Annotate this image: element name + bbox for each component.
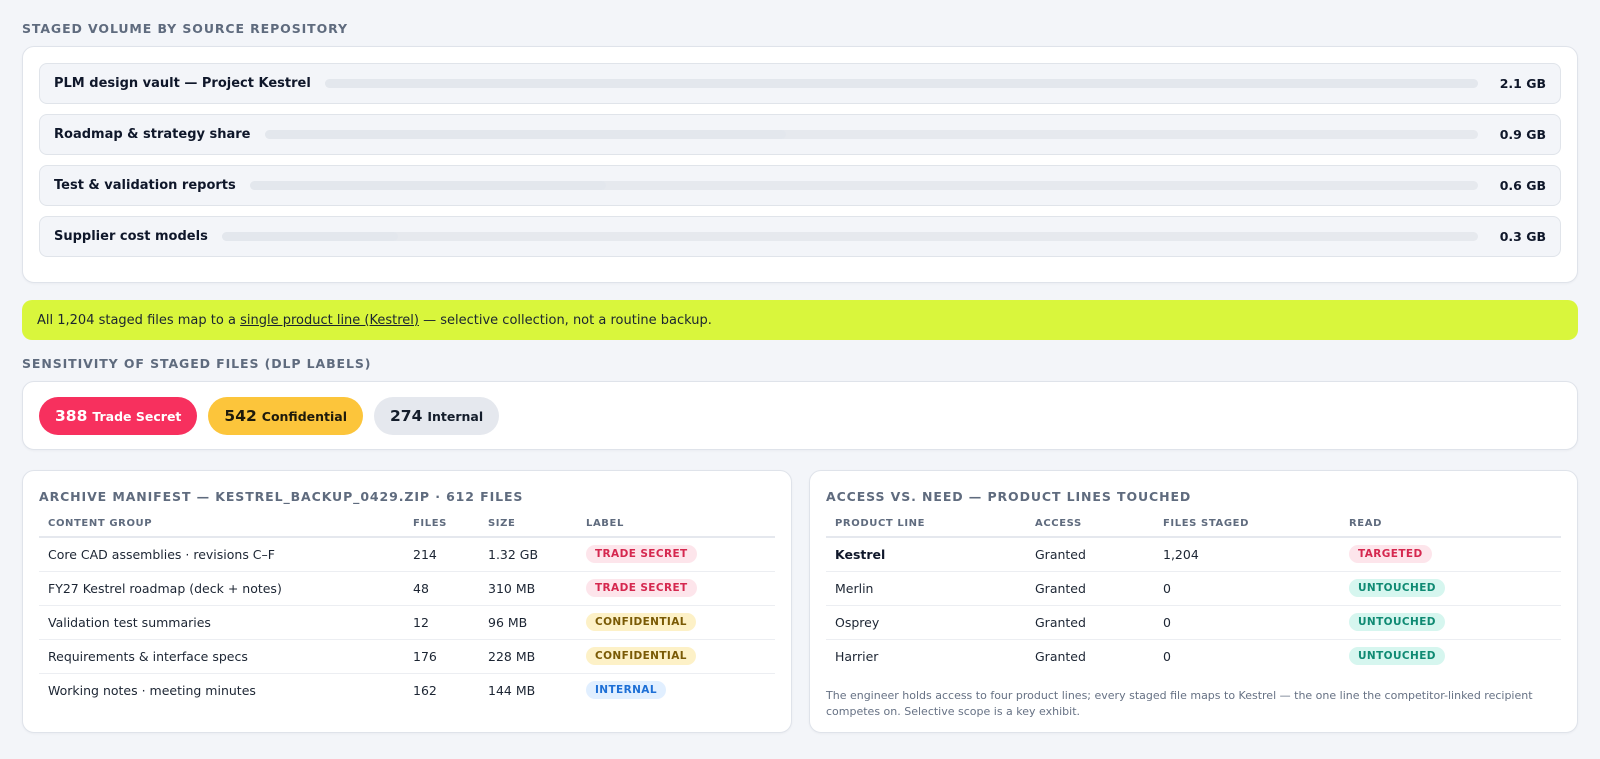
table-row: Osprey Granted 0 Untouched [826, 605, 1561, 640]
access-status: Granted [1026, 605, 1154, 640]
table-row: Requirements & interface specs 176 228 M… [39, 639, 775, 674]
pill-count: 388 [55, 406, 88, 425]
column-header: Size [479, 518, 577, 538]
repo-name: Supplier cost models [54, 229, 208, 244]
manifest-table: Content group Files Size Label Core CAD … [39, 518, 775, 707]
repo-row: Supplier cost models 0.3 GB [39, 216, 1561, 257]
repo-row: Roadmap & strategy share 0.9 GB [39, 114, 1561, 155]
repo-bar-fill [324, 79, 1478, 88]
callout-link[interactable]: single product line (Kestrel) [240, 313, 419, 328]
column-header: Content group [39, 518, 404, 538]
file-size: 228 MB [479, 639, 577, 674]
file-count: 176 [404, 639, 479, 674]
access-title: Access vs. need — product lines touched [826, 489, 1192, 504]
column-header: Read [1340, 518, 1561, 538]
file-size: 144 MB [488, 682, 536, 698]
column-header: Label [577, 518, 775, 538]
repo-name: PLM design vault — Project Kestrel [54, 76, 311, 91]
product-line: Osprey [826, 605, 1026, 640]
volume-card: PLM design vault — Project Kestrel 2.1 G… [22, 46, 1578, 283]
confidential-pill: 542 Confidential [208, 396, 363, 435]
file-count: 214 [404, 537, 479, 572]
column-header: Files staged [1154, 518, 1340, 538]
internal-pill: 274 Internal [374, 396, 500, 435]
repo-bar-fill [264, 130, 787, 139]
file-size: 310 MB [479, 571, 577, 606]
pill-count: 274 [390, 406, 423, 425]
product-line: Harrier [835, 648, 879, 664]
repo-bar [264, 130, 1478, 139]
access-status: Granted [1026, 537, 1154, 572]
files-staged: 1,204 [1154, 537, 1340, 572]
label-badge: Confidential [586, 613, 696, 631]
file-count: 12 [404, 605, 479, 640]
repo-size: 0.6 GB [1499, 178, 1546, 193]
file-count: 48 [404, 571, 479, 606]
sensitivity-card: 388 Trade Secret 542 Confidential 274 In… [22, 381, 1578, 450]
callout-suffix: — selective collection, not a routine ba… [418, 312, 712, 328]
read-badge: Untouched [1349, 579, 1445, 597]
repo-name: Roadmap & strategy share [54, 127, 251, 142]
callout-prefix: All 1,204 staged files map to a [37, 312, 241, 328]
access-status: Granted [1026, 571, 1154, 606]
content-group: Working notes · meeting minutes [48, 682, 256, 698]
product-line: Kestrel [826, 537, 1026, 572]
repo-row: Test & validation reports 0.6 GB [39, 165, 1561, 206]
volume-section-title: Staged volume by source repository [22, 21, 348, 36]
file-size: 96 MB [479, 605, 577, 640]
table-row: Harrier Granted 0 Untouched [826, 639, 1561, 673]
table-row: Merlin Granted 0 Untouched [826, 571, 1561, 606]
repo-bar [324, 79, 1478, 88]
repo-bar-fill [221, 232, 398, 241]
repo-row: PLM design vault — Project Kestrel 2.1 G… [39, 63, 1561, 104]
read-badge: Untouched [1349, 613, 1445, 631]
files-staged: 0 [1154, 571, 1340, 606]
label-badge: Trade Secret [586, 579, 697, 597]
pill-label: Internal [427, 408, 484, 424]
pill-count: 542 [224, 406, 257, 425]
table-row: Kestrel Granted 1,204 Targeted [826, 537, 1561, 572]
manifest-card: Archive manifest — kestrel_backup_0429.z… [22, 470, 792, 733]
content-group: Validation test summaries [39, 605, 404, 640]
scope-callout: All 1,204 staged files map to a single p… [22, 300, 1578, 340]
column-header: Files [404, 518, 479, 538]
label-badge: Internal [586, 681, 666, 700]
repo-name: Test & validation reports [54, 178, 236, 193]
table-row: Working notes · meeting minutes 162 144 … [39, 673, 775, 707]
repo-bar-fill [249, 181, 606, 190]
table-row: Core CAD assemblies · revisions C–F 214 … [39, 537, 775, 572]
read-badge: Untouched [1349, 647, 1445, 666]
trade-secret-pill: 388 Trade Secret [39, 396, 198, 435]
access-table: Product line Access Files staged Read Ke… [826, 518, 1561, 673]
manifest-title: Archive manifest — kestrel_backup_0429.z… [39, 489, 524, 504]
pill-label: Trade Secret [92, 408, 182, 424]
sensitivity-section-title: Sensitivity of staged files (DLP labels) [22, 356, 372, 371]
content-group: Requirements & interface specs [39, 639, 404, 674]
content-group: Core CAD assemblies · revisions C–F [39, 537, 404, 572]
access-note: The engineer holds access to four produc… [826, 689, 1533, 718]
repo-bar [249, 181, 1478, 190]
repo-bar [221, 232, 1478, 241]
table-row: FY27 Kestrel roadmap (deck + notes) 48 3… [39, 571, 775, 606]
product-line: Merlin [826, 571, 1026, 606]
read-badge: Targeted [1349, 545, 1432, 564]
column-header: Access [1026, 518, 1154, 538]
files-staged: 0 [1154, 605, 1340, 640]
label-badge: Confidential [586, 647, 696, 665]
label-badge: Trade Secret [586, 545, 697, 564]
files-staged: 0 [1163, 648, 1171, 664]
file-size: 1.32 GB [479, 537, 577, 572]
content-group: FY27 Kestrel roadmap (deck + notes) [39, 571, 404, 606]
file-count: 162 [413, 682, 437, 698]
repo-size: 0.3 GB [1499, 229, 1546, 244]
access-status: Granted [1035, 648, 1086, 664]
repo-size: 0.9 GB [1499, 127, 1546, 142]
repo-size: 2.1 GB [1499, 76, 1546, 91]
access-card: Access vs. need — product lines touched … [809, 470, 1578, 733]
column-header: Product line [826, 518, 1026, 538]
pill-label: Confidential [261, 408, 347, 424]
table-row: Validation test summaries 12 96 MB Confi… [39, 605, 775, 640]
